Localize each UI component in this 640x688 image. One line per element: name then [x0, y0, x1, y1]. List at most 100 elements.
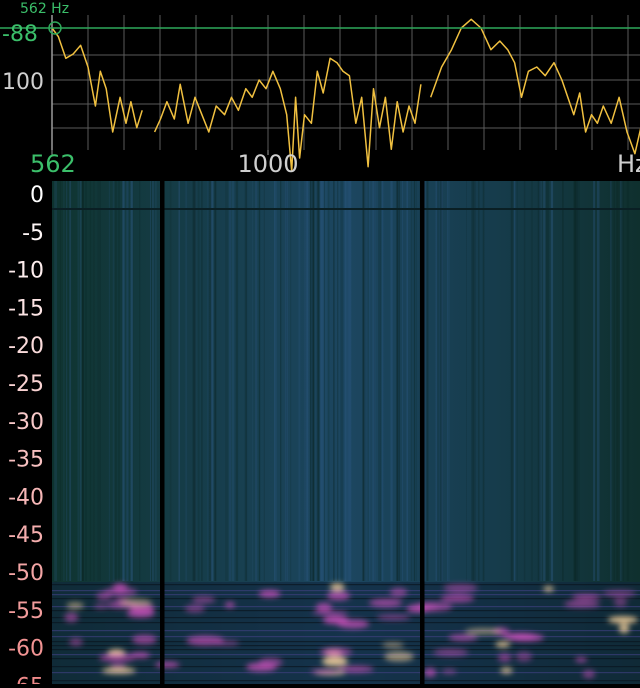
texture-streak — [274, 181, 277, 581]
frequency-axis: 56210002000Hz — [30, 150, 640, 178]
energy-burst — [315, 602, 333, 612]
energy-burst — [448, 634, 478, 641]
texture-streak — [378, 181, 379, 581]
time-tick-label: -15 — [8, 296, 44, 321]
texture-streak — [327, 181, 330, 581]
spectrum-analyzer-view: 562 Hz-88 100 56210002000Hz 0-5-10-15-20… — [0, 0, 640, 688]
texture-streak — [471, 181, 474, 581]
texture-streak — [89, 181, 92, 581]
texture-streak — [347, 181, 349, 581]
texture-streak — [77, 181, 80, 581]
texture-streak — [285, 181, 288, 581]
texture-streak — [112, 181, 115, 581]
texture-streak — [426, 181, 429, 581]
texture-streak — [275, 181, 277, 581]
analyzer-canvas[interactable]: 562 Hz-88 100 56210002000Hz 0-5-10-15-20… — [0, 0, 640, 688]
texture-streak — [617, 181, 620, 581]
spectrum-grid — [51, 15, 640, 150]
time-tick-label: -65 — [8, 674, 44, 684]
energy-burst — [312, 610, 349, 616]
energy-burst — [563, 600, 601, 608]
energy-burst — [368, 598, 403, 608]
frequency-tick-label: 562 — [30, 150, 76, 178]
energy-burst — [154, 662, 180, 668]
texture-streak — [69, 181, 72, 581]
time-tick-label: -55 — [8, 599, 44, 624]
level-axis: 100 — [2, 70, 44, 95]
texture-streak — [406, 181, 408, 581]
texture-streak — [263, 181, 265, 581]
texture-streak — [413, 181, 416, 581]
texture-streak — [344, 181, 347, 581]
texture-streak — [246, 181, 248, 581]
energy-burst — [224, 602, 235, 608]
energy-burst — [613, 597, 628, 607]
texture-streak — [593, 181, 596, 581]
texture-streak — [118, 181, 120, 581]
energy-burst — [64, 612, 79, 623]
texture-streak — [54, 181, 57, 581]
axis-gap — [0, 181, 52, 185]
time-tick-label: -10 — [8, 259, 44, 284]
energy-burst — [465, 628, 502, 635]
energy-burst — [582, 669, 596, 679]
texture-streak — [169, 181, 172, 581]
energy-burst — [440, 593, 475, 603]
texture-streak — [410, 181, 413, 581]
energy-burst — [258, 590, 281, 598]
texture-streak — [320, 181, 323, 581]
texture-streak — [379, 181, 381, 581]
spectrum-plot[interactable]: 562 Hz-88 100 56210002000Hz — [0, 1, 640, 178]
energy-burst — [384, 651, 414, 662]
texture-row — [52, 672, 640, 674]
texture-streak — [372, 181, 376, 581]
spectrogram[interactable]: 0 -5 -10 -15 -20 -25 -30 -35 -40 -45 -50 -55 -60 -65 — [0, 181, 640, 688]
energy-burst — [191, 596, 216, 604]
texture-streak — [577, 181, 580, 581]
texture-row — [52, 680, 640, 682]
time-axis: 0 -5 -10 -15 -20 -25 -30 -35 -40 -45 -50 -55 -60 -65 — [0, 181, 52, 688]
energy-burst — [502, 632, 538, 640]
texture-streak — [85, 181, 87, 581]
texture-streak — [258, 181, 261, 581]
time-tick-label: 0 — [30, 183, 44, 208]
energy-burst — [322, 615, 349, 625]
energy-burst — [336, 665, 374, 673]
texture-streak — [546, 181, 549, 581]
energy-burst — [607, 616, 639, 624]
frequency-cursor[interactable]: 562 Hz -88 — [0, 1, 640, 47]
energy-burst — [258, 657, 283, 668]
energy-burst — [389, 587, 408, 597]
energy-burst — [327, 590, 350, 601]
texture-streak — [312, 181, 315, 581]
texture-streak — [337, 181, 339, 581]
texture-streak — [574, 181, 576, 581]
texture-streak — [362, 181, 366, 581]
energy-burst — [96, 591, 112, 601]
texture-streak — [325, 181, 327, 581]
spectrum-trace-segment — [429, 18, 640, 155]
frame-gap-line — [52, 208, 640, 210]
texture-streak — [466, 181, 467, 581]
texture-streak — [441, 181, 443, 581]
texture-streak — [310, 181, 312, 581]
texture-streak — [418, 181, 420, 581]
texture-streak — [207, 181, 209, 581]
texture-streak — [402, 181, 404, 581]
texture-streak — [340, 181, 343, 581]
texture-streak — [255, 181, 258, 581]
time-tick-label: -20 — [8, 334, 44, 359]
texture-streak — [280, 181, 282, 581]
texture-streak — [231, 181, 235, 581]
texture-streak — [151, 181, 152, 581]
texture-streak — [448, 181, 450, 581]
time-tick-label: -25 — [8, 372, 44, 397]
time-tick-label: -40 — [8, 485, 44, 510]
energy-burst — [130, 652, 151, 658]
texture-streak — [539, 181, 543, 581]
energy-burst — [618, 623, 630, 634]
texture-streak — [122, 181, 125, 581]
spectrum-trace — [51, 18, 640, 172]
texture-streak — [390, 181, 393, 581]
texture-streak — [436, 181, 438, 581]
